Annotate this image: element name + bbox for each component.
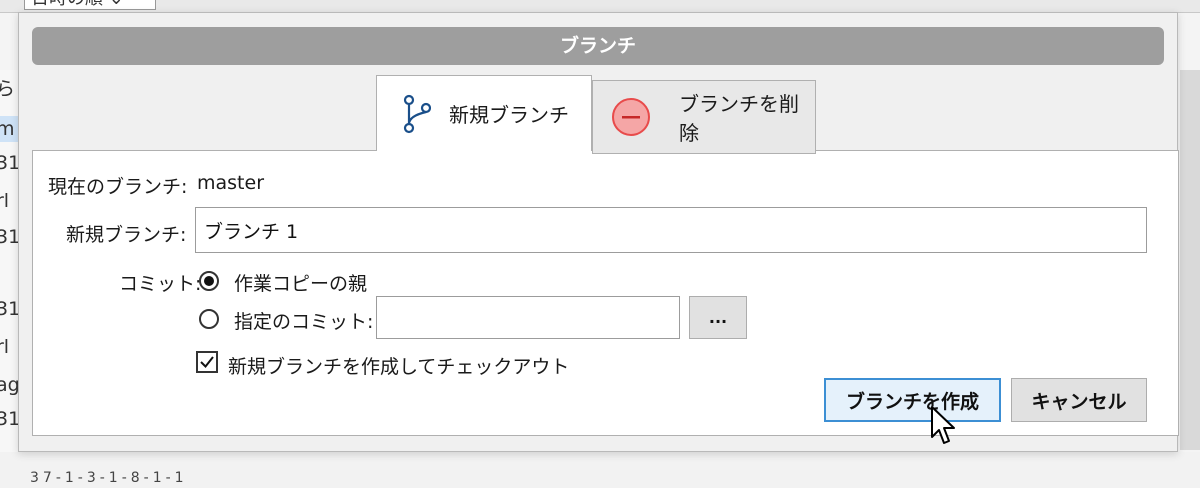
new-branch-panel: 現在のブランチ: master 新規ブランチ: コミット: 作業コピーの親 指定… [32,150,1179,436]
check-icon [200,356,214,369]
list-fragment: 31 [0,226,18,248]
statusbar-text: 37-1-3-1-8-1-1 [30,470,188,486]
tab-delete-branch-label: ブランチを削除 [679,92,799,145]
commit-label: コミット: [119,273,202,295]
branch-dialog: ブランチ 新規ブランチ ブランチを削除 現在のブランチ: master 新規ブラ… [18,12,1179,452]
delete-icon [611,97,651,137]
new-branch-input[interactable] [195,207,1147,253]
radio-working-copy-parent[interactable] [199,271,219,291]
background-list: ら m 31 rl 31 31 rl ag 31 [0,70,18,460]
tab-new-branch[interactable]: 新規ブランチ [376,75,592,151]
checkout-checkbox-label: 新規ブランチを作成してチェックアウト [228,356,570,378]
specific-commit-input[interactable] [376,296,680,339]
browse-commit-button[interactable]: ... [689,296,747,339]
list-fragment: ら [0,78,16,100]
current-branch-value: master [197,172,265,194]
cancel-button[interactable]: キャンセル [1011,378,1147,422]
list-fragment: 31 [0,298,18,320]
list-fragment: 31 [0,152,18,174]
list-fragment: rl [0,336,10,358]
mouse-cursor-icon [931,406,955,444]
list-fragment: ag [0,374,18,396]
current-branch-label: 現在のブランチ: [48,176,188,198]
tab-new-branch-label: 新規ブランチ [449,103,569,127]
radio-working-copy-parent-label: 作業コピーの親 [234,273,368,295]
create-branch-button[interactable]: ブランチを作成 [824,378,1001,422]
radio-specific-commit-label: 指定のコミット: [234,311,374,333]
list-fragment: rl [0,190,10,212]
list-fragment: 31 [0,408,18,430]
background-statusbar: 37-1-3-1-8-1-1 [0,452,1200,488]
dialog-title: ブランチ [32,27,1164,65]
sort-dropdown[interactable]: 日時の順 ⌄ [24,0,156,10]
sort-dropdown-label: 日時の順 [31,0,103,9]
list-fragment: m [0,118,15,140]
background-scrollbar [1180,70,1200,450]
checkout-checkbox[interactable] [196,351,218,373]
branch-icon [403,94,431,134]
new-branch-label: 新規ブランチ: [66,224,187,246]
tab-delete-branch[interactable]: ブランチを削除 [592,80,816,154]
radio-specific-commit[interactable] [199,309,219,329]
